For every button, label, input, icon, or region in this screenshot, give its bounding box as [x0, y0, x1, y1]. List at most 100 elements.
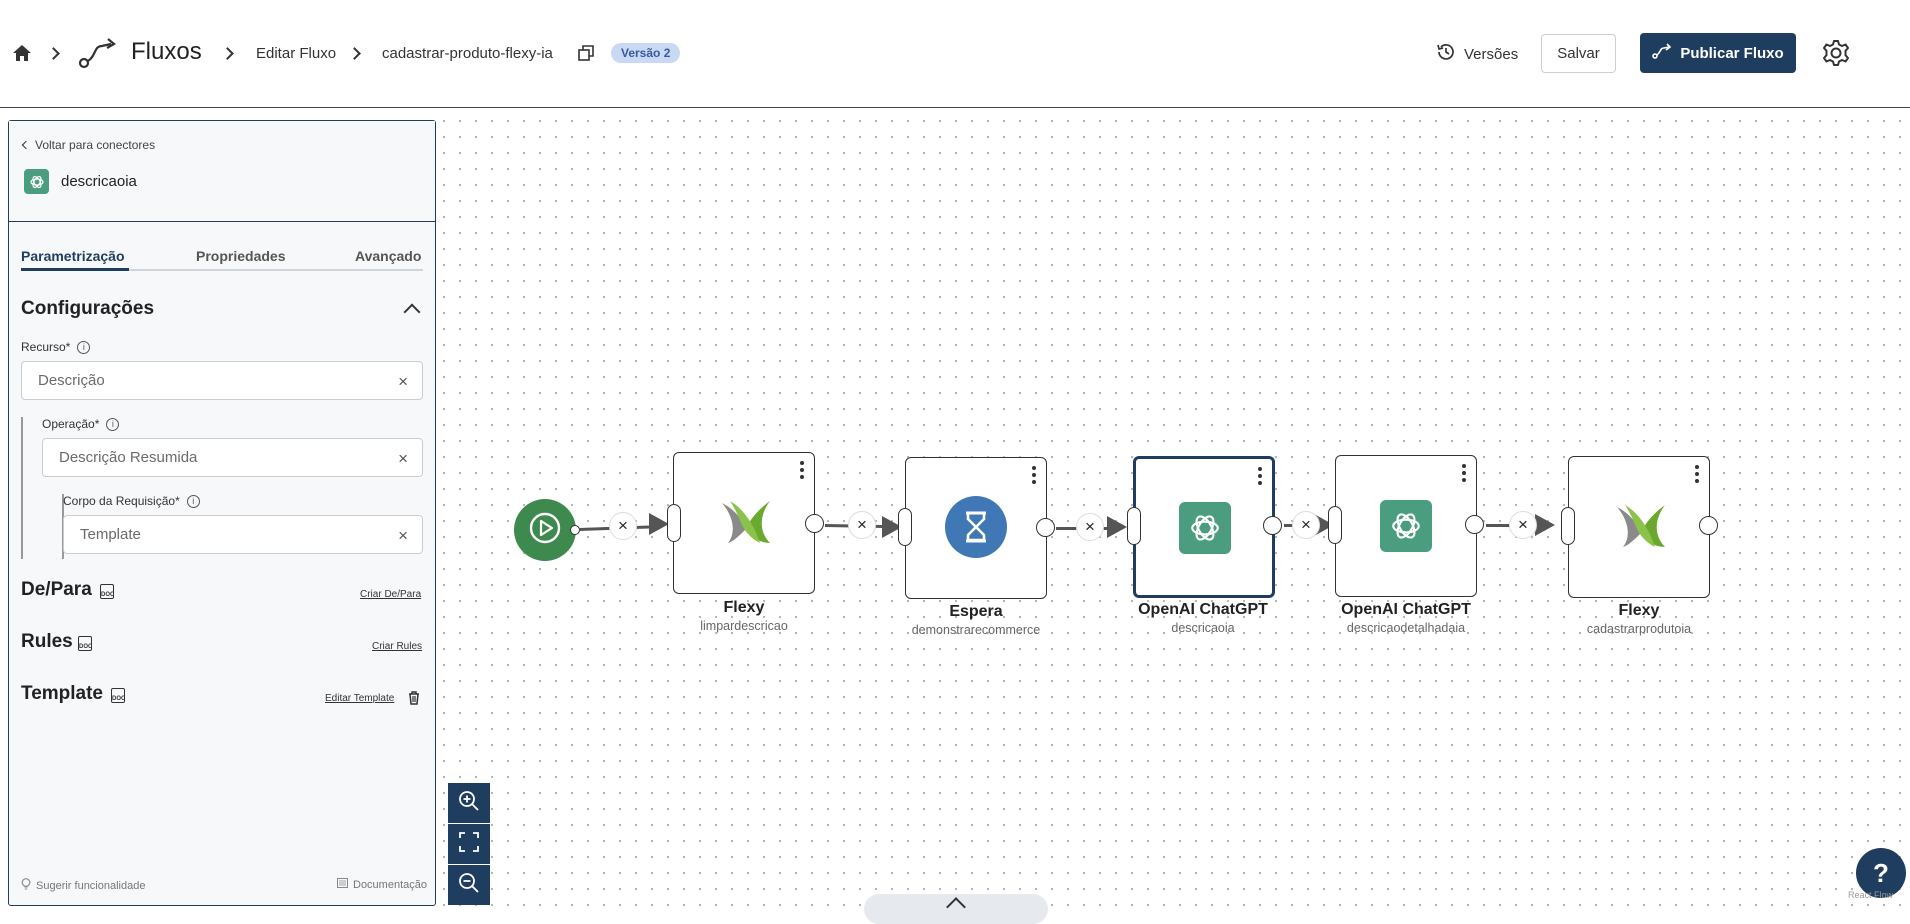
zoom-out-icon: [458, 872, 480, 899]
delete-edge-button[interactable]: ×: [1292, 511, 1320, 539]
node-output-handle[interactable]: [1699, 516, 1718, 535]
node-input-handle[interactable]: [898, 508, 912, 546]
section-template-title: Template: [21, 683, 104, 704]
flow-node-flexy[interactable]: [1568, 456, 1710, 598]
info-icon[interactable]: i: [186, 494, 200, 508]
zoom-out-button[interactable]: [448, 865, 490, 905]
node-title: OpenAI ChatGPT: [1138, 601, 1268, 618]
flow-node-openai-selected[interactable]: [1133, 456, 1275, 598]
node-menu-icon[interactable]: [1695, 465, 1699, 486]
corpo-field[interactable]: Template ×: [63, 515, 423, 554]
node-subtitle: descricaoia: [1171, 621, 1235, 635]
suggest-feature-link[interactable]: Sugerir funcionalidade: [21, 878, 145, 893]
node-input-handle[interactable]: [1328, 506, 1342, 544]
app-title[interactable]: Fluxos: [131, 38, 202, 66]
node-name: descricaoia: [61, 173, 137, 190]
back-to-connectors-link[interactable]: Voltar para conectores: [21, 138, 156, 152]
delete-edge-button[interactable]: ×: [1076, 513, 1104, 541]
edge-arrow: [1107, 516, 1127, 538]
lightbulb-icon: [21, 878, 31, 893]
bottom-drawer-toggle[interactable]: [864, 894, 1048, 924]
zoom-in-icon: [458, 790, 480, 817]
doc-icon[interactable]: DOC: [78, 636, 92, 651]
node-output-handle[interactable]: [805, 514, 824, 533]
section-config-title: Configurações: [21, 298, 155, 319]
node-menu-icon[interactable]: [1258, 467, 1262, 488]
operacao-value: Descrição Resumida: [59, 449, 198, 466]
corpo-label: Corpo da Requisição* i: [63, 494, 200, 508]
clear-icon[interactable]: ×: [398, 526, 408, 546]
openai-icon: [1179, 502, 1231, 554]
delete-edge-button[interactable]: ×: [1509, 511, 1537, 539]
node-menu-icon[interactable]: [1032, 466, 1036, 487]
publish-flow-button[interactable]: Publicar Fluxo: [1640, 33, 1796, 73]
suggest-label: Sugerir funcionalidade: [36, 879, 146, 892]
home-icon[interactable]: [12, 44, 32, 62]
save-button[interactable]: Salvar: [1541, 34, 1616, 73]
node-output-handle[interactable]: [1465, 515, 1484, 534]
publish-label: Publicar Fluxo: [1680, 44, 1784, 62]
chevron-right-icon: [47, 47, 60, 60]
node-subtitle: cadastrarprodutoia: [1586, 622, 1692, 636]
flow-icon: [78, 36, 118, 70]
create-depara-link[interactable]: Criar De/Para: [360, 589, 421, 600]
node-input-handle[interactable]: [1561, 507, 1575, 545]
react-flow-attribution[interactable]: React Flow: [1848, 890, 1893, 900]
flow-name: cadastrar-produto-flexy-ia: [382, 45, 553, 62]
recurso-label-text: Recurso*: [21, 340, 71, 354]
node-title: Flexy: [1618, 602, 1660, 619]
documentation-link[interactable]: Documentação: [337, 878, 427, 891]
versions-button[interactable]: Versões: [1436, 42, 1518, 67]
openai-icon: [24, 169, 49, 194]
tab-propriedades[interactable]: Propriedades: [196, 248, 285, 264]
flexy-logo-icon: [720, 499, 772, 550]
delete-edge-button[interactable]: ×: [609, 512, 637, 540]
operacao-field[interactable]: Descrição Resumida ×: [42, 438, 423, 477]
operacao-label: Operação* i: [42, 417, 120, 431]
clear-icon[interactable]: ×: [398, 449, 408, 469]
doc-icon[interactable]: DOC: [100, 584, 114, 599]
book-icon: [337, 878, 348, 891]
section-depara-title: De/Para: [21, 579, 92, 600]
recurso-field[interactable]: Descrição ×: [21, 361, 423, 400]
delete-edge-button[interactable]: ×: [848, 511, 876, 539]
recurso-value: Descrição: [38, 372, 105, 389]
breadcrumb-edit-flow[interactable]: Editar Fluxo: [256, 45, 336, 62]
tab-parametrizacao[interactable]: Parametrização: [21, 248, 125, 264]
back-label: Voltar para conectores: [35, 138, 156, 152]
create-rules-link[interactable]: Criar Rules: [372, 641, 422, 652]
node-title: OpenAI ChatGPT: [1341, 601, 1471, 618]
gear-icon[interactable]: [1822, 39, 1850, 67]
section-rules-title: Rules: [21, 631, 73, 652]
zoom-in-button[interactable]: [448, 783, 490, 823]
fit-view-icon: [459, 831, 479, 857]
node-menu-icon[interactable]: [1462, 464, 1466, 485]
doc-icon[interactable]: DOC: [111, 688, 125, 703]
node-output-handle[interactable]: [1263, 516, 1282, 535]
flow-node-openai[interactable]: [1335, 455, 1477, 597]
info-icon[interactable]: i: [77, 340, 91, 354]
start-node[interactable]: [514, 499, 576, 561]
corpo-label-text: Corpo da Requisição*: [63, 494, 180, 508]
flow-node-flexy[interactable]: [673, 452, 815, 594]
flow-node-espera[interactable]: [905, 457, 1047, 599]
chevron-right-icon: [221, 47, 234, 60]
tab-avancado[interactable]: Avançado: [355, 248, 421, 264]
trash-icon[interactable]: [408, 691, 420, 705]
node-input-handle[interactable]: [667, 504, 681, 542]
clear-icon[interactable]: ×: [398, 372, 408, 392]
operacao-label-text: Operação*: [42, 417, 100, 431]
node-output-handle[interactable]: [1036, 518, 1055, 537]
nest-line: [21, 417, 23, 559]
node-menu-icon[interactable]: [800, 461, 804, 482]
active-tab-indicator: [21, 268, 129, 271]
info-icon[interactable]: i: [106, 417, 120, 431]
copy-icon[interactable]: [578, 45, 594, 61]
fit-view-button[interactable]: [448, 824, 490, 864]
save-label: Salvar: [1557, 45, 1600, 62]
node-input-handle[interactable]: [1127, 507, 1141, 545]
history-icon: [1436, 42, 1456, 67]
node-title: Espera: [949, 603, 1003, 620]
edit-template-link[interactable]: Editar Template: [325, 693, 394, 704]
chevron-up-icon[interactable]: [403, 303, 421, 321]
